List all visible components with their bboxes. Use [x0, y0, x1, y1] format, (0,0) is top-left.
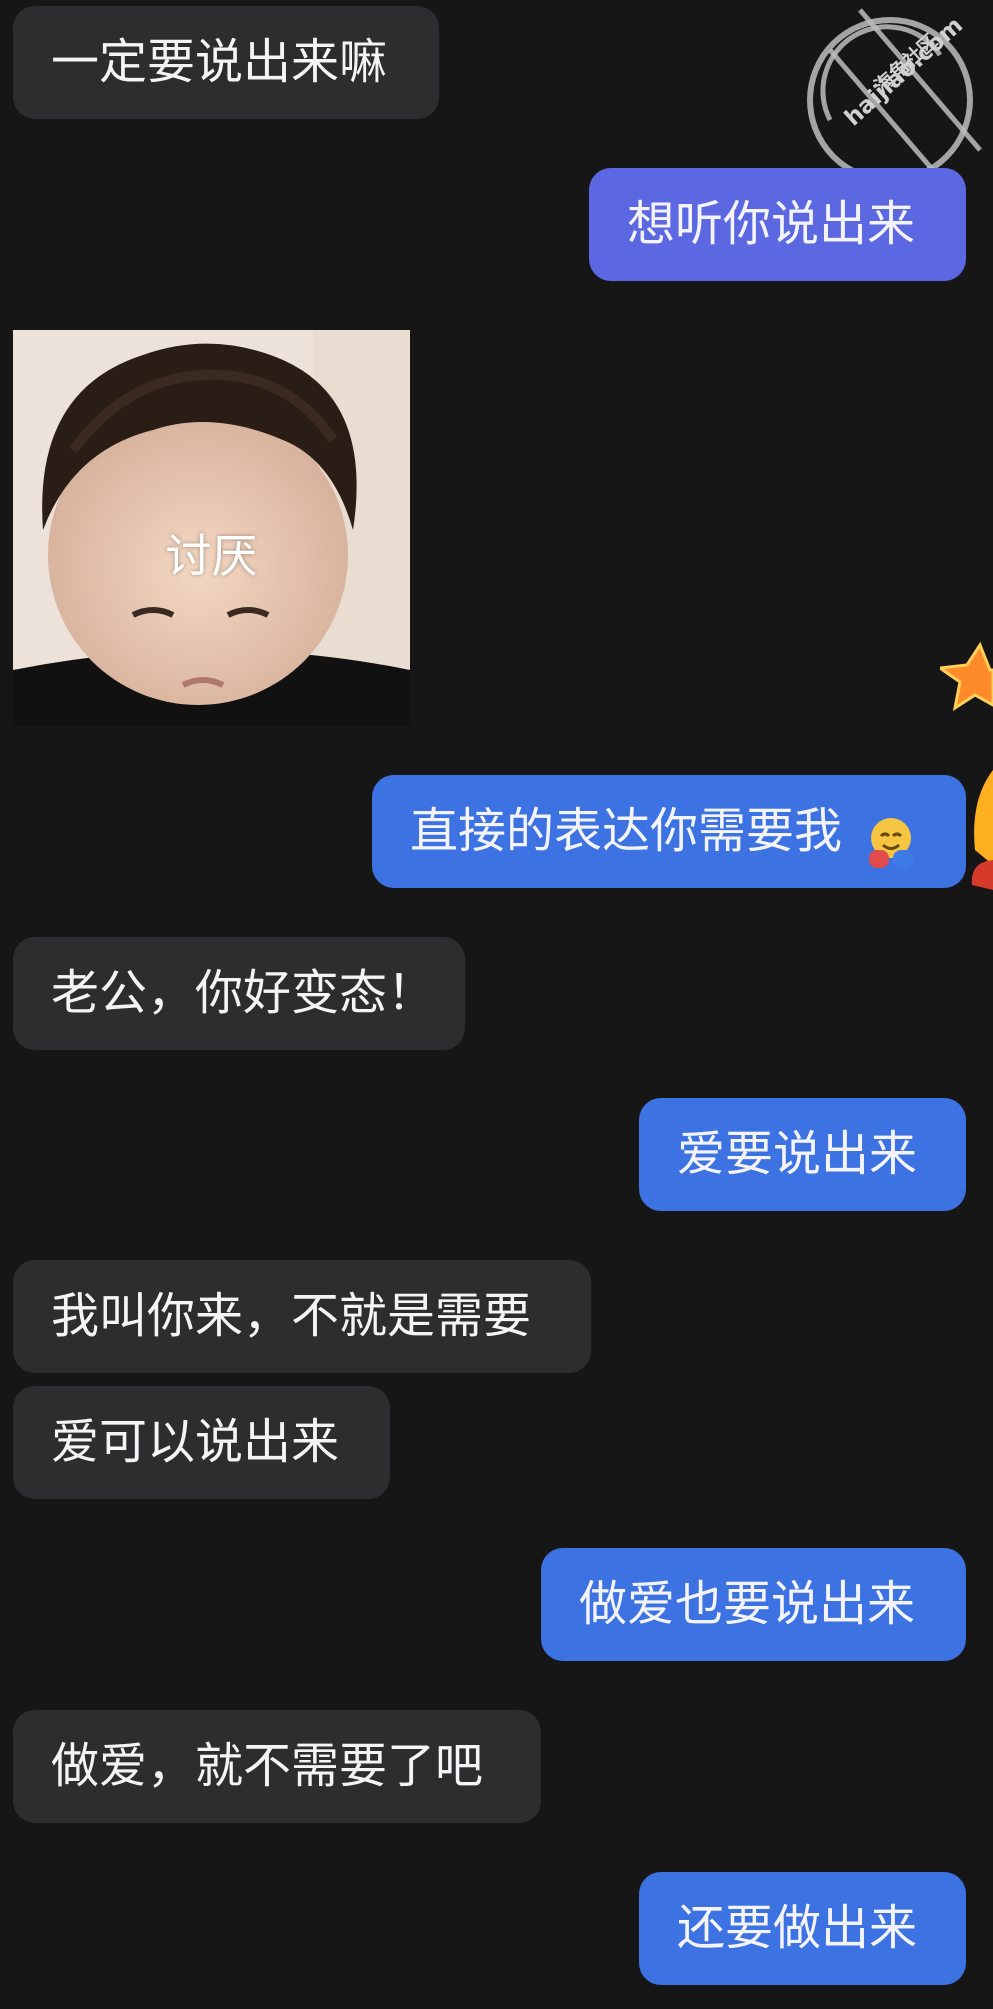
- message-text: 爱要说出来: [677, 1126, 918, 1182]
- message-text: 老公，你好变态！: [51, 965, 436, 1021]
- message-bubble-outgoing[interactable]: 还要做出来: [639, 1872, 966, 1985]
- message-bubble-incoming[interactable]: 做爱，就不需要了吧: [13, 1710, 541, 1823]
- message-text: 爱可以说出来: [51, 1414, 340, 1470]
- hugging-face-emoji-icon: [861, 800, 921, 868]
- message-text: 我叫你来，不就是需要: [51, 1288, 532, 1344]
- message-bubble-outgoing[interactable]: 想听你说出来: [589, 168, 966, 281]
- gift-sticker-icon: [971, 770, 993, 890]
- message-bubble-incoming[interactable]: 老公，你好变态！: [13, 937, 465, 1050]
- message-bubble-outgoing[interactable]: 做爱也要说出来: [541, 1548, 966, 1661]
- sticker-image[interactable]: 讨厌: [13, 330, 410, 726]
- message-text: 直接的表达你需要我: [410, 803, 843, 859]
- message-bubble-outgoing[interactable]: 直接的表达你需要我: [372, 775, 966, 888]
- star-sticker-icon: [940, 641, 993, 712]
- message-bubble-outgoing[interactable]: 爱要说出来: [639, 1098, 966, 1211]
- message-bubble-incoming[interactable]: 爱可以说出来: [13, 1386, 390, 1499]
- message-text: 还要做出来: [677, 1900, 918, 1956]
- message-bubble-incoming[interactable]: 我叫你来，不就是需要: [13, 1260, 591, 1373]
- sticker-caption: 讨厌: [165, 529, 258, 583]
- message-text: 做爱，就不需要了吧: [51, 1738, 484, 1794]
- message-text: 做爱也要说出来: [579, 1576, 916, 1632]
- message-text: 想听你说出来: [627, 196, 916, 252]
- message-bubble-incoming[interactable]: 一定要说出来嘛: [13, 6, 439, 119]
- message-text: 一定要说出来嘛: [51, 34, 388, 90]
